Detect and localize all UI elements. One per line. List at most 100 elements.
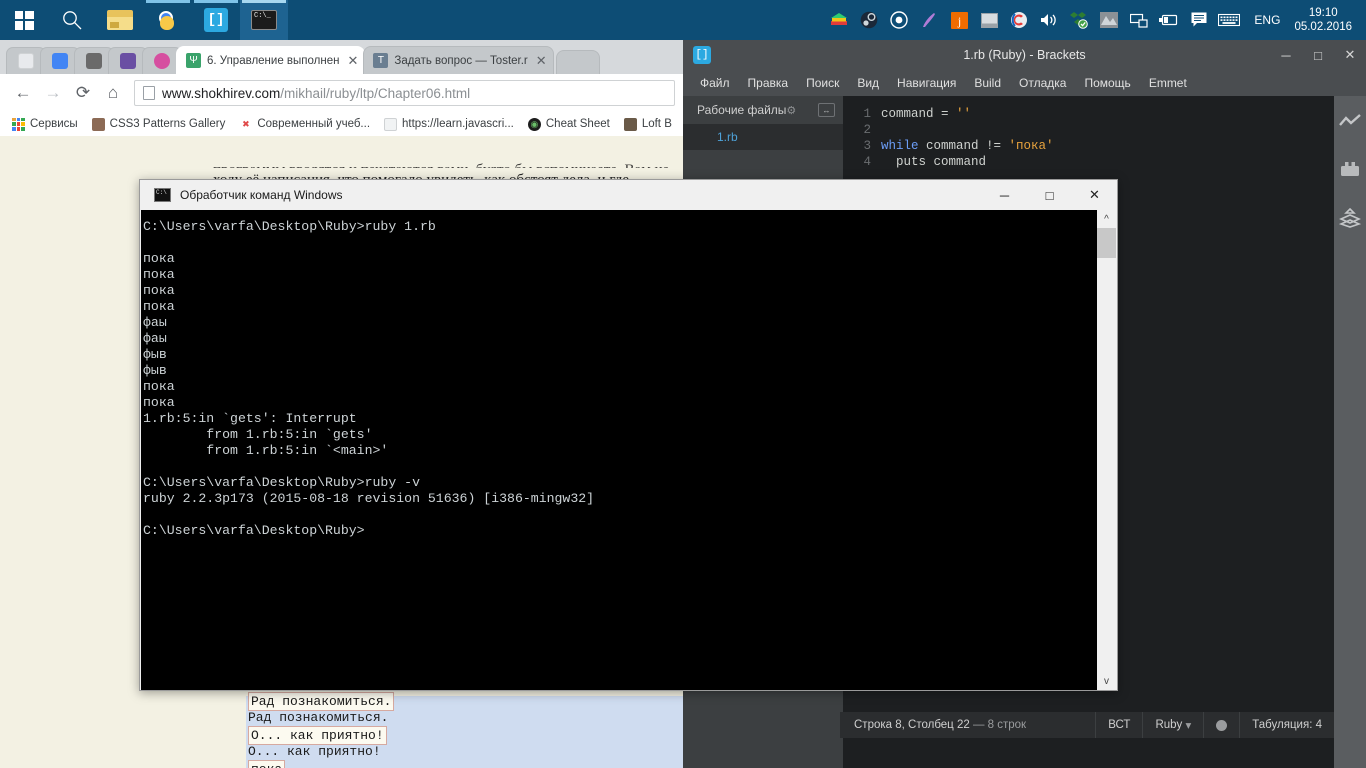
bookmark-services[interactable]: Сервисы [6,116,84,133]
tray-keyboard-icon[interactable] [1214,0,1244,40]
page-output-boxed: пока [248,760,286,768]
new-tab-button[interactable] [555,50,600,74]
code-line: 2 [843,122,1366,138]
chrome-icon [154,6,182,34]
page-info-icon[interactable] [143,86,155,100]
back-icon[interactable]: ← [8,78,38,108]
tray-books-icon[interactable] [824,0,854,40]
console-output-area[interactable]: C:\Users\varfa\Desktop\Ruby>ruby 1.rb по… [141,210,1098,690]
command-prompt-window: Обработчик команд Windows ─ □ ✕ C:\Users… [139,179,1118,691]
live-preview-icon[interactable] [1339,114,1361,135]
forward-icon[interactable]: → [38,78,68,108]
page-output-row: пока [248,760,394,768]
scrollbar-thumb[interactable] [1097,228,1116,258]
image-icon [91,117,105,131]
cursor-position-text: Строка 8, Столбец 22 [854,719,970,731]
apps-grid-icon [12,117,25,131]
chrome-toolbar: ← → ⟳ ⌂ www.shokhirev.com/mikhail/ruby/l… [0,74,683,112]
browser-tab-1[interactable]: Ψ 6. Управление выполнен ✕ [176,46,366,74]
console-close-button[interactable]: ✕ [1072,180,1117,210]
tray-graphics-icon[interactable] [1094,0,1124,40]
owl2-icon [623,117,637,131]
tray-java-icon[interactable]: ј [944,0,974,40]
tray-touchpad-icon[interactable] [974,0,1004,40]
menu-debug[interactable]: Отладка [1010,73,1075,93]
tray-action-center-icon[interactable] [1184,0,1214,40]
linting-status-indicator[interactable] [1203,712,1239,738]
menu-find[interactable]: Поиск [797,73,848,93]
start-button[interactable] [0,0,48,40]
vk-icon [120,53,136,69]
menu-navigate[interactable]: Навигация [888,73,965,93]
insert-mode-indicator[interactable]: ВСТ [1095,712,1142,738]
tab-close-icon[interactable]: ✕ [536,53,547,69]
home-icon[interactable]: ⌂ [98,78,128,108]
brackets-window-controls: ─ □ ✕ [1270,40,1366,70]
chrome-button[interactable] [144,0,192,40]
bookmark-loft-blog[interactable]: Loft B [618,116,678,133]
svg-text:ј: ј [957,14,961,28]
menu-view[interactable]: Вид [848,73,888,93]
indentation-setting[interactable]: Табуляция: 4 [1239,712,1334,738]
console-window-title: Обработчик команд Windows [180,188,343,202]
tray-ccleaner-icon[interactable] [1004,0,1034,40]
console-scrollbar[interactable]: ^ v [1096,210,1116,690]
address-bar-text: www.shokhirev.com/mikhail/ruby/ltp/Chapt… [162,86,470,101]
tray-steam-icon[interactable] [854,0,884,40]
split-view-icon[interactable]: ↔ [818,103,835,117]
brackets-title-bar: [] 1.rb (Ruby) - Brackets ─ □ ✕ [683,40,1366,70]
bookmark-cheat-sheet[interactable]: ◉ Cheat Sheet [522,116,616,133]
console-maximize-button[interactable]: □ [1027,180,1072,210]
firefox-icon [154,53,170,69]
brackets-minimize-button[interactable]: ─ [1270,40,1302,70]
brackets-button[interactable]: [] [192,0,240,40]
browser-tab-2[interactable]: T Задать вопрос — Toster.r ✕ [363,46,554,74]
menu-file[interactable]: Файл [691,73,739,93]
working-file-item[interactable]: 1.rb [683,124,843,150]
bookmark-css3-patterns[interactable]: CSS3 Patterns Gallery [86,116,232,133]
code-text: puts command [881,155,987,169]
bookmark-learn-javascript[interactable]: https://learn.javascri... [378,116,520,133]
taskbar-clock[interactable]: 19:10 05.02.2016 [1290,6,1362,34]
page-paragraph-clipped: программы вводятся и печатаются вами, бу… [213,158,683,168]
tab-favicon: T [373,53,389,68]
tab-close-icon[interactable]: ✕ [347,53,358,69]
console-minimize-button[interactable]: ─ [982,180,1027,210]
tab-size: 4 [1315,719,1322,731]
url-host: www.shokhirev.com [162,85,281,101]
layers-icon[interactable] [1338,207,1362,233]
scroll-up-icon[interactable]: ^ [1097,210,1116,228]
bookmark-label: https://learn.javascri... [402,118,514,130]
tray-dropbox-icon[interactable] [1064,0,1094,40]
brackets-maximize-button[interactable]: □ [1302,40,1334,70]
command-prompt-button[interactable] [240,0,288,40]
menu-emmet[interactable]: Emmet [1140,73,1196,93]
bookmark-modern-tutorial[interactable]: ✖ Современный учеб... [233,116,376,133]
tray-battery-icon[interactable] [1154,0,1184,40]
search-button[interactable] [48,0,96,40]
bookmark-label: Сервисы [30,118,78,130]
language-indicator[interactable]: ENG [1244,13,1290,27]
language-selector[interactable]: Ruby ▾ [1142,712,1203,738]
tray-network-icon[interactable] [1124,0,1154,40]
tray-volume-icon[interactable] [1034,0,1064,40]
scroll-down-icon[interactable]: v [1097,672,1116,690]
file-explorer-button[interactable] [96,0,144,40]
brackets-menu-bar: Файл Правка Поиск Вид Навигация Build От… [683,70,1366,96]
page-output-row: О... как приятно! [248,726,394,745]
tray-feather-icon[interactable] [914,0,944,40]
address-bar[interactable]: www.shokhirev.com/mikhail/ruby/ltp/Chapt… [134,80,675,106]
gear-icon[interactable]: ⚙ [786,105,796,117]
clock-time: 19:10 [1308,7,1338,19]
menu-help[interactable]: Помощь [1075,73,1139,93]
extension-manager-icon[interactable] [1339,161,1361,182]
tray-record-icon[interactable] [884,0,914,40]
code-text: command = '' [881,107,972,121]
menu-build[interactable]: Build [965,73,1010,93]
reload-icon[interactable]: ⟳ [68,78,98,108]
brackets-icon: [] [204,8,228,32]
menu-edit[interactable]: Правка [739,73,798,93]
brackets-close-button[interactable]: ✕ [1334,40,1366,70]
console-icon [251,10,277,30]
tab-favicon: Ψ [186,53,201,68]
